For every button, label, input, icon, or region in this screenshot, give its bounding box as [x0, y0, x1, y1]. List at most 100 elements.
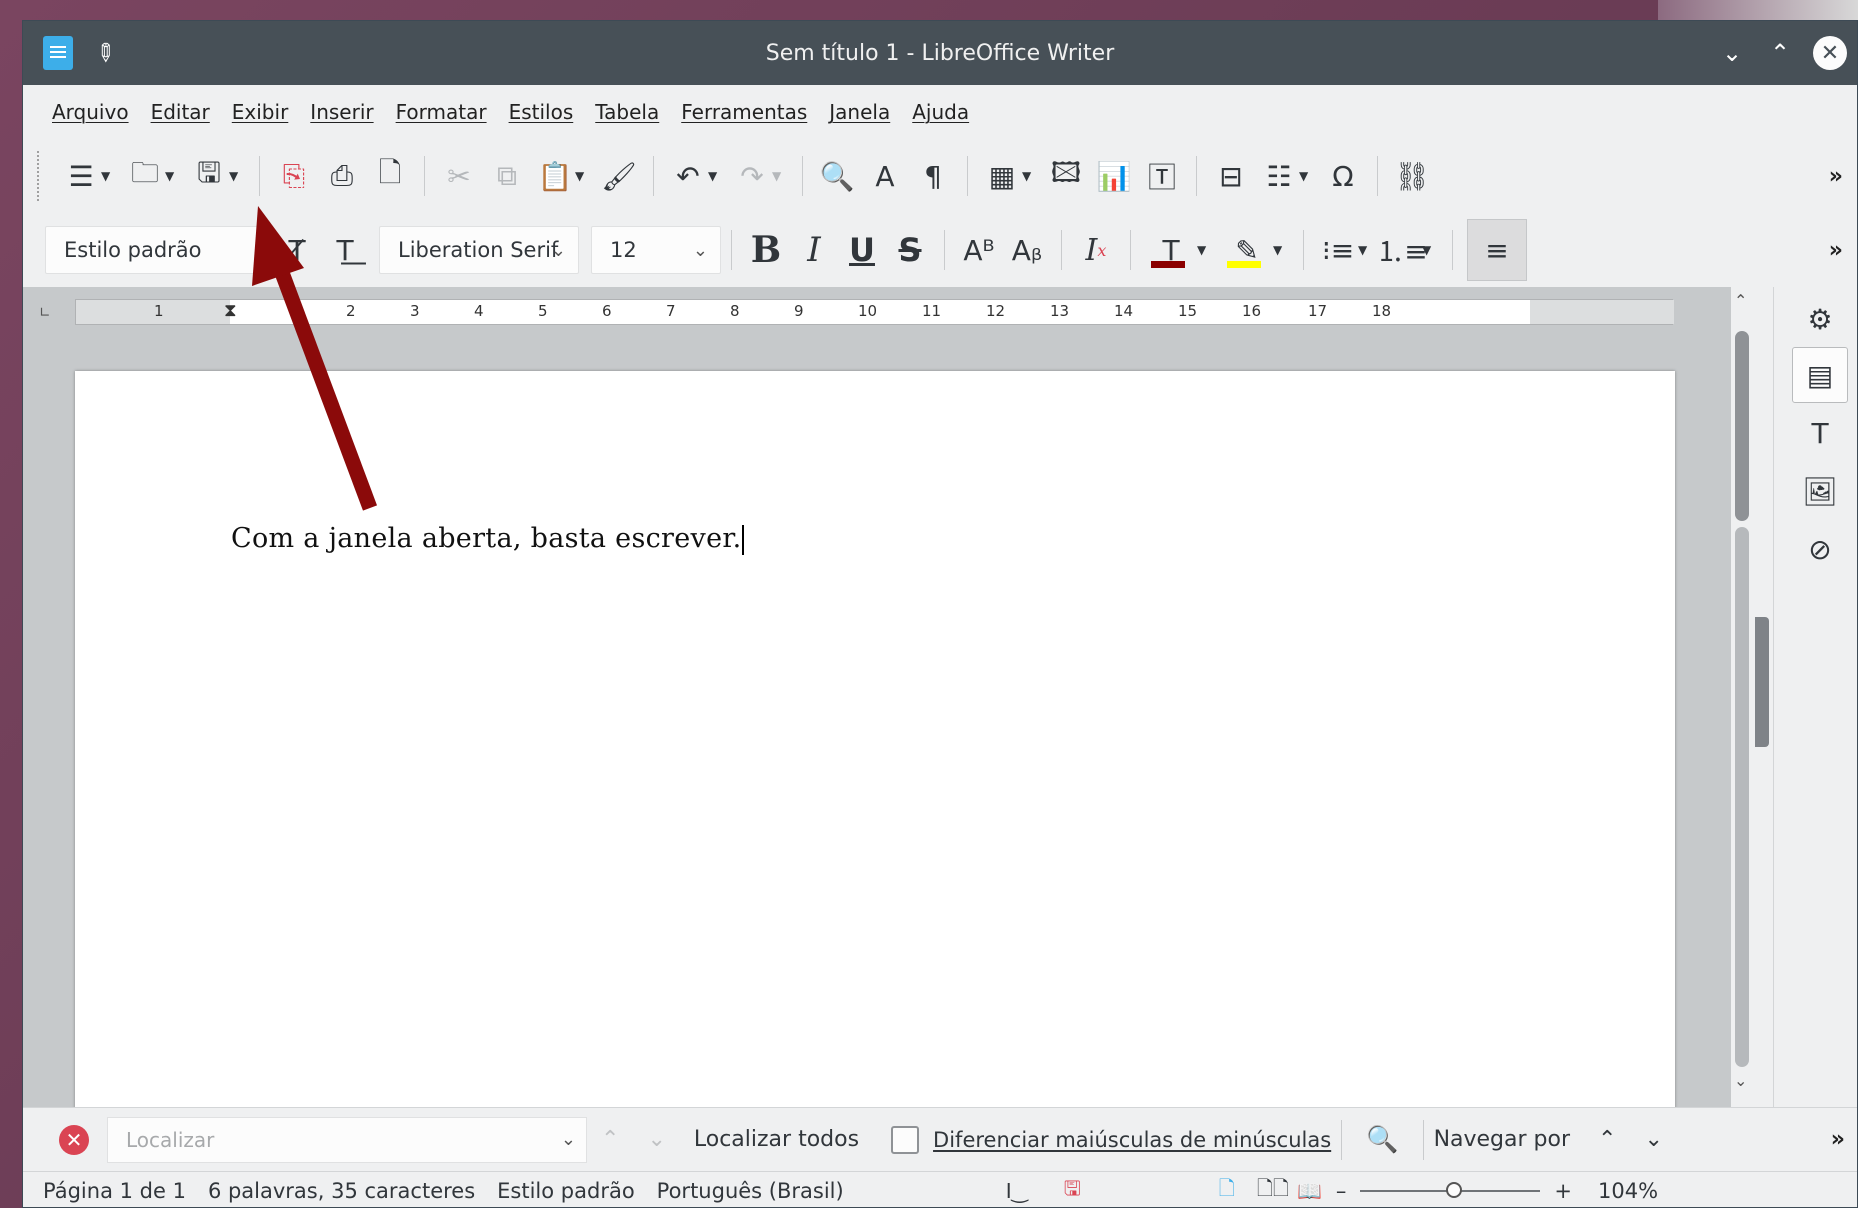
find-replace-dialog-icon[interactable]: 🔍	[1366, 1125, 1398, 1155]
scrollbar-thumb[interactable]	[1735, 331, 1749, 521]
sidebar-deck-handle[interactable]	[1753, 287, 1773, 1107]
sidebar-gallery-icon[interactable]: 🖼	[1792, 463, 1848, 519]
writer-app-icon[interactable]	[43, 36, 73, 70]
underline-icon[interactable]: U	[842, 228, 882, 272]
zoom-level[interactable]: 104%	[1598, 1179, 1658, 1203]
bullet-list-icon[interactable]: ⁝≡	[1318, 228, 1358, 272]
tab-stop-icon[interactable]: ∟	[39, 305, 51, 321]
update-style-icon[interactable]: T̸	[277, 228, 317, 272]
subscript-icon[interactable]: Aᵦ	[1007, 228, 1047, 272]
find-all-button[interactable]: Localizar todos	[694, 1127, 859, 1152]
menu-inserir[interactable]: Inserir	[299, 100, 384, 124]
zoom-in-button[interactable]: +	[1554, 1179, 1572, 1203]
menu-janela[interactable]: Janela	[818, 100, 901, 124]
navigate-up-icon[interactable]: ⌃	[1598, 1127, 1616, 1152]
navigate-down-icon[interactable]: ⌄	[1644, 1127, 1662, 1152]
zoom-slider[interactable]	[1360, 1181, 1541, 1198]
insert-image-icon[interactable]: 🖾	[1046, 154, 1086, 198]
special-character-icon[interactable]: Ω	[1323, 154, 1363, 198]
bold-icon[interactable]: B	[746, 228, 786, 272]
word-count[interactable]: 6 palavras, 35 caracteres	[208, 1179, 475, 1203]
find-input[interactable]: Localizar ⌄	[107, 1116, 587, 1163]
insert-textbox-icon[interactable]: 🅃	[1142, 154, 1182, 198]
cut-icon[interactable]: ✂	[439, 154, 479, 198]
page-count[interactable]: Página 1 de 1	[43, 1179, 186, 1203]
font-name-combo[interactable]: Liberation Serif ⌄	[379, 226, 579, 274]
chevron-down-icon[interactable]: ⌄	[561, 1129, 576, 1150]
font-color-dropdown[interactable]: ▼	[1197, 243, 1211, 257]
strikethrough-icon[interactable]: S	[890, 228, 930, 272]
redo-icon[interactable]: ↷	[732, 154, 772, 198]
document-modified-icon[interactable]: 🖫	[1064, 1174, 1081, 1208]
zoom-out-button[interactable]: –	[1336, 1179, 1347, 1203]
sidebar-navigator-icon[interactable]: ⊘	[1792, 521, 1848, 577]
book-view-icon[interactable]: 📖	[1297, 1179, 1322, 1203]
highlight-color-icon[interactable]: ✎	[1221, 228, 1273, 272]
new-style-icon[interactable]: T͟	[325, 228, 365, 272]
clear-formatting-icon[interactable]: Ix	[1076, 228, 1116, 272]
save-icon[interactable]: 🖫	[189, 154, 229, 198]
paragraph-style-combo[interactable]: Estilo padrão	[45, 226, 273, 274]
table-dropdown[interactable]: ▼	[1022, 169, 1036, 183]
highlight-dropdown[interactable]: ▼	[1273, 243, 1287, 257]
multi-page-view-icon[interactable]: 🗋🗋	[1257, 1174, 1289, 1208]
find-previous-icon[interactable]: ⌃	[601, 1127, 619, 1152]
formatting-marks-icon[interactable]: ¶	[913, 154, 953, 198]
font-color-icon[interactable]: T	[1145, 228, 1197, 272]
menu-ajuda[interactable]: Ajuda	[901, 100, 980, 124]
paste-icon[interactable]: 📋	[535, 154, 575, 198]
close-button[interactable]: ✕	[1813, 36, 1847, 70]
menu-arquivo[interactable]: Arquivo	[41, 100, 140, 124]
undo-dropdown[interactable]: ▼	[708, 169, 722, 183]
field-dropdown[interactable]: ▼	[1299, 169, 1313, 183]
print-preview-icon[interactable]: 🗋	[370, 154, 410, 198]
page-style[interactable]: Estilo padrão	[497, 1179, 635, 1203]
copy-icon[interactable]: ⧉	[487, 154, 527, 198]
toolbar-grip[interactable]	[37, 151, 40, 201]
single-page-view-icon[interactable]: 🗋	[1219, 1174, 1235, 1208]
paste-dropdown[interactable]: ▼	[575, 169, 589, 183]
document-page[interactable]: Com a janela aberta, basta escrever.	[75, 371, 1675, 1131]
open-folder-icon[interactable]: 🗀	[125, 154, 165, 198]
superscript-icon[interactable]: Aᴮ	[959, 228, 999, 272]
new-document-icon[interactable]: ☰	[61, 154, 101, 198]
menu-exibir[interactable]: Exibir	[221, 100, 300, 124]
findbar-overflow-icon[interactable]: »	[1831, 1127, 1845, 1152]
numbered-dropdown[interactable]: ▼	[1422, 243, 1436, 257]
new-dropdown[interactable]: ▼	[101, 169, 115, 183]
zoom-slider-knob[interactable]	[1446, 1181, 1463, 1198]
match-case-label[interactable]: Diferenciar maiúsculas de minúsculas	[933, 1128, 1331, 1152]
match-case-checkbox[interactable]	[891, 1125, 920, 1154]
chevron-down-icon[interactable]: ⌄	[693, 240, 708, 261]
pin-icon[interactable]: ✎	[88, 36, 122, 70]
toolbar-overflow-icon[interactable]: »	[1829, 164, 1843, 189]
export-pdf-icon[interactable]: ⎘	[274, 154, 314, 198]
maximize-button[interactable]: ⌃	[1765, 38, 1795, 68]
sidebar-properties-icon[interactable]: ▤	[1792, 347, 1848, 403]
insert-chart-icon[interactable]: 📊	[1094, 154, 1134, 198]
find-replace-icon[interactable]: 🔍	[817, 154, 857, 198]
menu-estilos[interactable]: Estilos	[498, 100, 585, 124]
menu-ferramentas[interactable]: Ferramentas	[670, 100, 818, 124]
menu-editar[interactable]: Editar	[140, 100, 221, 124]
insert-page-break-icon[interactable]: ⊟	[1211, 154, 1251, 198]
menu-formatar[interactable]: Formatar	[385, 100, 498, 124]
hyperlink-icon[interactable]: ⛓	[1392, 154, 1432, 198]
toolbar-overflow-icon[interactable]: »	[1829, 238, 1843, 263]
minimize-button[interactable]: ⌄	[1717, 38, 1747, 68]
scroll-down-icon[interactable]: ⌄	[1734, 1071, 1747, 1090]
scroll-up-icon[interactable]: ⌃	[1734, 291, 1747, 310]
sidebar-styles-icon[interactable]: T	[1792, 405, 1848, 461]
redo-dropdown[interactable]: ▼	[772, 169, 786, 183]
chevron-down-icon[interactable]: ⌄	[551, 240, 566, 261]
close-findbar-icon[interactable]: ✕	[59, 1124, 89, 1155]
font-size-combo[interactable]: 12 ⌄	[591, 226, 721, 274]
menu-tabela[interactable]: Tabela	[584, 100, 670, 124]
insert-mode-icon[interactable]: I‿	[1006, 1179, 1028, 1203]
align-left-icon[interactable]: ≡	[1467, 219, 1527, 281]
bullet-dropdown[interactable]: ▼	[1358, 243, 1372, 257]
horizontal-ruler[interactable]: 1 2 3 4 5 6 7 8 9 10 11 12 13 14 15 16 17 18 ⧗	[75, 299, 1674, 325]
insert-table-icon[interactable]: ▦	[982, 154, 1022, 198]
clone-formatting-icon[interactable]: 🖌	[599, 154, 639, 198]
indent-marker-icon[interactable]: ⧗	[224, 300, 237, 321]
